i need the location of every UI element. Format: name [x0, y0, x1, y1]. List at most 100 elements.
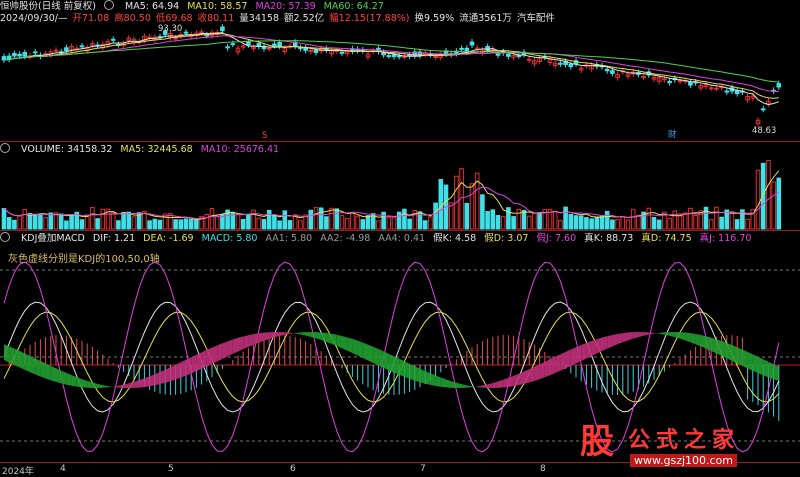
macd-ribbon-segment [555, 354, 561, 374]
macd-ribbon-segment [685, 332, 691, 343]
volume-bar [604, 210, 610, 230]
volume-bar [183, 218, 189, 230]
macd-ribbon-segment [394, 356, 400, 375]
volume-bar [526, 215, 532, 230]
volume-bar [12, 219, 17, 230]
macd-ribbon-segment [565, 349, 571, 369]
volume-bar [173, 219, 178, 230]
macd-ribbon-segment [144, 376, 150, 388]
macd-ribbon-segment [648, 332, 654, 335]
candle-body [183, 31, 189, 34]
axis-month-label: 8 [540, 464, 546, 474]
macd-ribbon-segment [732, 344, 738, 364]
macd-ribbon-segment [180, 359, 186, 378]
candle-body [459, 47, 464, 50]
macd-ribbon-segment [175, 362, 181, 380]
volume-bar [43, 217, 48, 230]
volume-bar [188, 218, 194, 230]
macd-ribbon-segment [279, 332, 285, 337]
macd-ribbon-segment [711, 337, 717, 354]
candle-body [173, 37, 178, 40]
macd-ribbon-segment [274, 332, 280, 338]
volume-bar [714, 206, 719, 230]
logo-url: www.gszj100.com [630, 454, 738, 467]
macd-ribbon-segment [388, 353, 394, 373]
volume-bar [313, 206, 319, 230]
macd-ribbon-segment [35, 358, 41, 377]
axis-year-label: 2024年 [2, 467, 34, 477]
volume-bar [568, 213, 574, 230]
macd-ribbon-segment [139, 378, 145, 388]
volume-bar [495, 215, 501, 230]
candle-body [610, 70, 615, 74]
macd-ribbon-segment [212, 345, 218, 364]
macd-ribbon-segment [321, 332, 327, 342]
macd-ribbon-segment [498, 379, 504, 388]
candle-body [277, 41, 282, 47]
volume-bar [240, 219, 246, 230]
macd-ribbon-segment [404, 361, 410, 379]
macd-ribbon-segment [742, 349, 748, 369]
candle-body [662, 78, 667, 81]
macd-ribbon-segment [300, 332, 306, 336]
macd-ribbon-segment [690, 333, 696, 345]
volume-bar [667, 217, 672, 230]
candle-body [12, 52, 17, 57]
volume-bar [610, 219, 615, 230]
macd-ribbon-segment [165, 367, 171, 383]
candle-body [641, 76, 646, 79]
macd-ribbon-segment [607, 334, 613, 349]
macd-ribbon-segment [622, 332, 628, 343]
volume-bar [308, 209, 314, 230]
macd-ribbon-segment [290, 332, 296, 334]
volume-bar [318, 207, 324, 230]
volume-bar [266, 209, 272, 230]
macd-ribbon-segment [492, 381, 498, 388]
volume-bar [630, 208, 636, 230]
volume-bar [776, 177, 782, 230]
volume-bar [131, 216, 137, 230]
volume-bar [516, 208, 522, 230]
macd-ribbon-segment [362, 342, 368, 361]
ma-line [3, 40, 779, 83]
macd-ribbon-segment [191, 354, 197, 374]
macd-ribbon-segment [768, 361, 774, 380]
macd-ribbon-segment [737, 347, 743, 366]
volume-bar [334, 208, 340, 230]
volume-bar [573, 215, 579, 230]
volume-bar [438, 179, 444, 230]
candle-body [568, 63, 574, 68]
s-marker[interactable]: S [262, 131, 267, 141]
macd-ribbon-segment [461, 384, 467, 388]
macd-ribbon-segment [721, 340, 727, 359]
macd-ribbon-segment [513, 373, 519, 387]
macd-ribbon-segment [456, 382, 462, 388]
volume-bar [32, 214, 38, 230]
finance-marker[interactable]: 财 [668, 128, 677, 140]
macd-ribbon-segment [477, 385, 483, 388]
macd-ribbon-segment [326, 332, 332, 344]
macd-ribbon-segment [472, 386, 478, 388]
volume-bar [214, 215, 220, 230]
ma-line [3, 32, 779, 106]
macd-ribbon-segment [659, 332, 665, 335]
candle-body [53, 49, 59, 52]
volume-bar [256, 217, 262, 230]
volume-bar [282, 210, 288, 230]
volume-bar [636, 214, 641, 230]
macd-ribbon-segment [4, 344, 10, 363]
candle-body [485, 45, 490, 51]
volume-bar [48, 212, 54, 230]
macd-ribbon-segment [76, 377, 82, 388]
macd-ribbon-segment [243, 335, 249, 350]
chart-canvas[interactable] [0, 0, 800, 462]
macd-ribbon-segment [238, 336, 244, 352]
macd-ribbon-segment [50, 365, 56, 382]
volume-bar [95, 218, 100, 230]
volume-bar [126, 211, 132, 230]
volume-bar [578, 215, 584, 230]
volume-bar [90, 207, 95, 230]
volume-bar [121, 211, 126, 230]
macd-ribbon-segment [253, 333, 259, 345]
macd-ribbon-segment [108, 386, 114, 388]
